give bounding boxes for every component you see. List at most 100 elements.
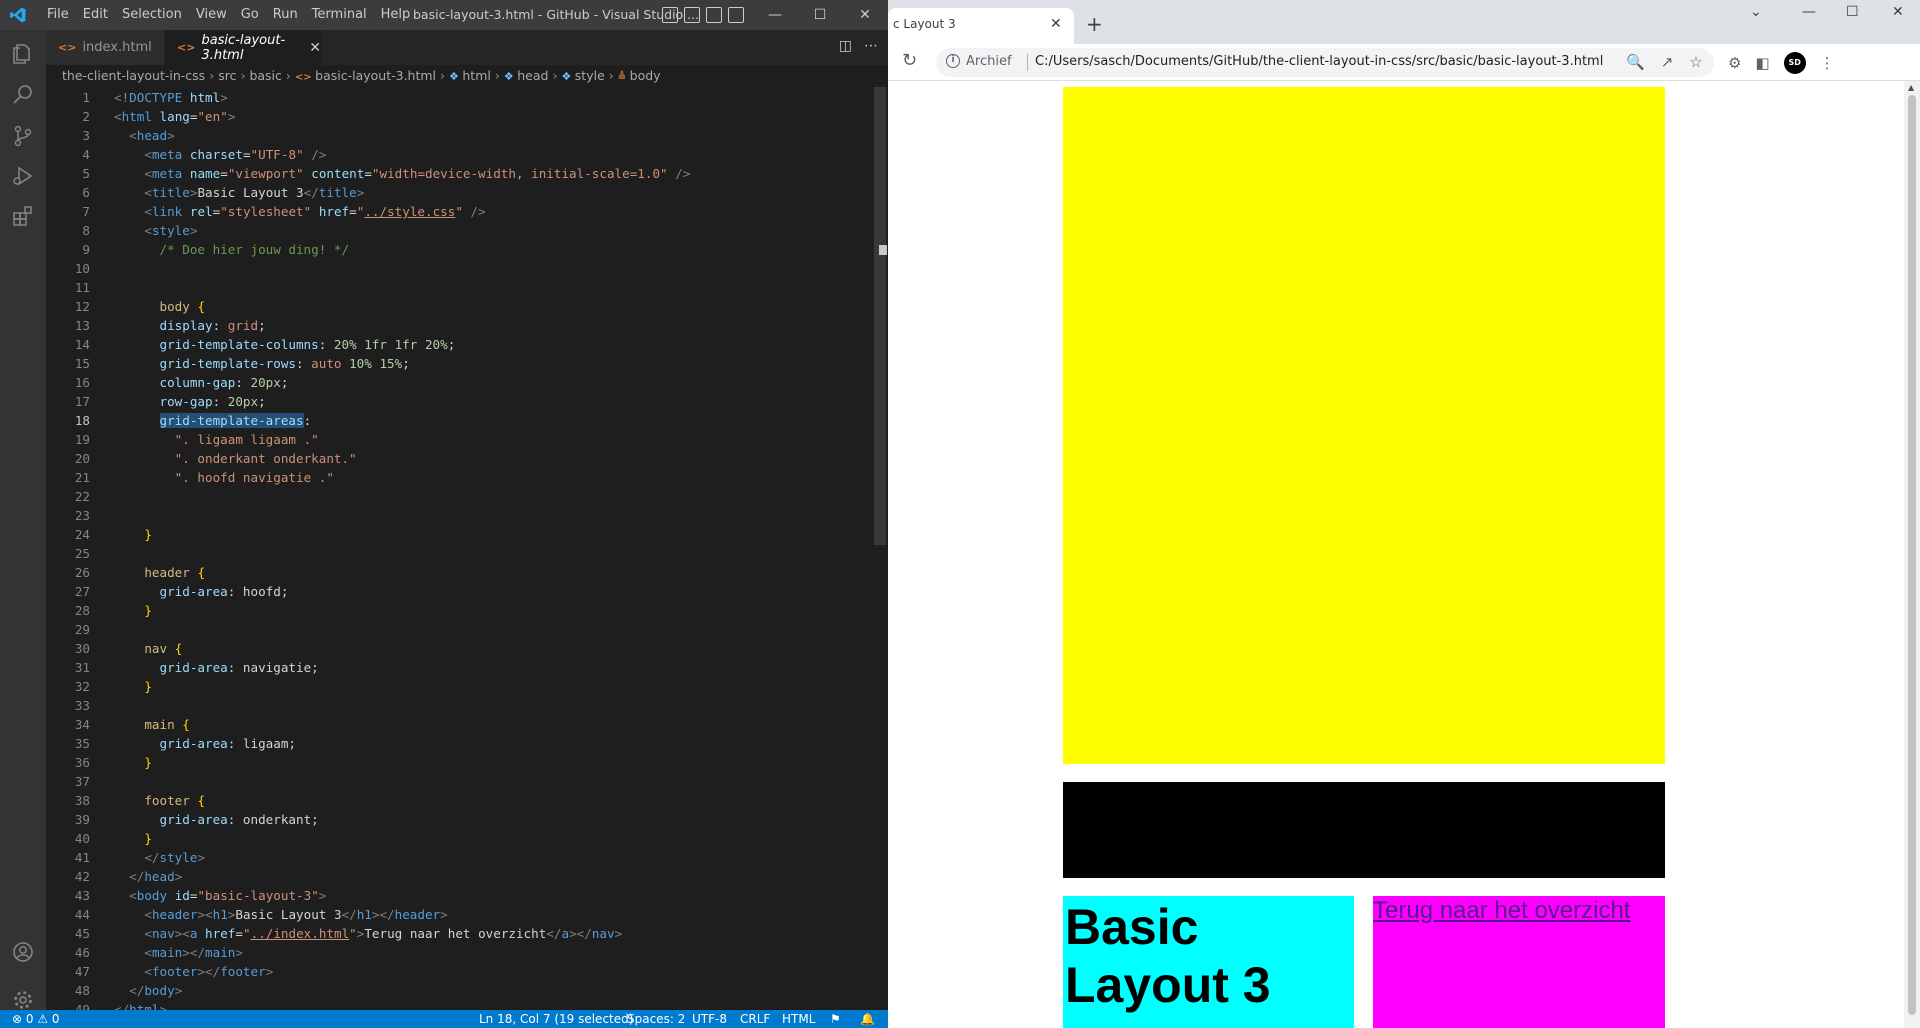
toggle-panel-icon[interactable] xyxy=(684,7,700,23)
breadcrumb-item[interactable]: style xyxy=(575,68,605,83)
line-number: 27 xyxy=(74,584,90,599)
line-number: 30 xyxy=(74,641,90,656)
window-title: basic-layout-3.html - GitHub - Visual St… xyxy=(413,7,700,22)
tab-basic-layout-3-html[interactable]: <> basic-layout-3.html ✕ xyxy=(165,30,321,65)
menu-run[interactable]: Run xyxy=(266,0,305,30)
code-line: grid-template-columns: 20% 1fr 1fr 20%; xyxy=(159,337,456,352)
maximize-icon[interactable]: ☐ xyxy=(797,0,843,30)
line-number: 33 xyxy=(74,698,90,713)
code-line: <meta name="viewport" content="width=dev… xyxy=(144,166,691,181)
code-line: <nav><a href="../index.html">Terug naar … xyxy=(144,926,623,941)
run-debug-icon[interactable] xyxy=(9,162,37,190)
menu-terminal[interactable]: Terminal xyxy=(305,0,374,30)
scrollbar-thumb[interactable] xyxy=(1908,95,1916,1015)
vscode-logo-icon xyxy=(10,7,26,23)
breadcrumb-item[interactable]: the-client-layout-in-css xyxy=(62,68,205,83)
search-icon[interactable] xyxy=(9,80,37,108)
code-line: main { xyxy=(144,717,190,732)
line-number: 18 xyxy=(74,413,90,428)
menu-edit[interactable]: Edit xyxy=(76,0,115,30)
language-status[interactable]: HTML xyxy=(782,1010,815,1028)
back-to-overview-link[interactable]: Terug naar het overzicht xyxy=(1373,896,1630,926)
more-actions-icon[interactable]: ⋯ xyxy=(864,38,878,54)
zoom-icon[interactable]: 🔍 xyxy=(1626,53,1645,71)
tab-search-chevron-icon[interactable]: ⌄ xyxy=(1750,4,1762,20)
page-scrollbar[interactable]: ▲ xyxy=(1904,81,1920,1028)
close-tab-icon[interactable]: ✕ xyxy=(1050,16,1062,32)
line-number: 49 xyxy=(74,1002,90,1010)
breadcrumb-item[interactable]: body xyxy=(630,68,661,83)
minimize-icon[interactable]: — xyxy=(1802,4,1816,20)
close-window-icon[interactable]: ✕ xyxy=(842,0,888,30)
chevron-right-icon: › xyxy=(285,68,291,83)
activity-bar xyxy=(0,30,46,1010)
share-icon[interactable]: ↗ xyxy=(1661,53,1674,71)
breadcrumb-item[interactable]: head xyxy=(517,68,548,83)
accounts-icon[interactable] xyxy=(9,938,37,966)
split-editor-icon[interactable]: ◫ xyxy=(839,38,852,54)
cursor-position-status[interactable]: Ln 18, Col 7 (19 selected) xyxy=(479,1010,633,1028)
problems-status[interactable]: ⊗ 0 ⚠ 0 xyxy=(12,1010,60,1028)
scroll-up-arrow-icon[interactable]: ▲ xyxy=(1908,83,1914,92)
explorer-icon[interactable] xyxy=(9,40,37,68)
tab-label: index.html xyxy=(82,40,152,55)
breadcrumb-item[interactable]: basic xyxy=(249,68,281,83)
menu-go[interactable]: Go xyxy=(234,0,266,30)
breadcrumb-item[interactable]: basic-layout-3.html xyxy=(315,68,436,83)
toggle-secondary-sidebar-icon[interactable] xyxy=(706,7,722,23)
address-bar[interactable]: i Archief C:/Users/sasch/Documents/GitHu… xyxy=(936,48,1714,77)
nav-area: Terug naar het overzicht xyxy=(1373,896,1665,1028)
maximize-icon[interactable]: ☐ xyxy=(1846,4,1859,20)
reload-icon[interactable]: ↻ xyxy=(902,50,917,71)
code-editor[interactable]: 1 <!DOCTYPE html> 2 <html lang="en"> 3 <he… xyxy=(46,87,876,1010)
extensions-puzzle-icon[interactable]: ⚙ xyxy=(1728,54,1741,72)
page-viewport: Basic Layout 3 Terug naar het overzicht xyxy=(888,81,1904,1028)
browser-tab[interactable]: c Layout 3 ✕ xyxy=(888,8,1074,44)
code-line: } xyxy=(144,527,152,542)
code-line: } xyxy=(144,755,152,770)
source-control-icon[interactable] xyxy=(9,122,37,150)
chevron-right-icon: › xyxy=(240,68,246,83)
feedback-icon[interactable]: ⚑ xyxy=(830,1010,841,1028)
editor-scrollbar[interactable] xyxy=(874,87,886,545)
close-tab-icon[interactable]: ✕ xyxy=(309,40,321,56)
code-line: </html> xyxy=(114,1002,168,1010)
browser-window: c Layout 3 ✕ + ⌄ — ☐ ✕ ↻ i Archief C:/Us… xyxy=(888,0,1920,1028)
encoding-status[interactable]: UTF-8 xyxy=(692,1010,727,1028)
new-tab-icon[interactable]: + xyxy=(1086,12,1103,36)
line-number: 42 xyxy=(74,869,90,884)
extensions-icon[interactable] xyxy=(9,202,37,230)
toggle-sidebar-icon[interactable] xyxy=(662,7,678,23)
profile-avatar[interactable]: SD xyxy=(1783,52,1806,74)
eol-status[interactable]: CRLF xyxy=(740,1010,770,1028)
code-line: <footer></footer> xyxy=(144,964,274,979)
menu-view[interactable]: View xyxy=(189,0,234,30)
line-number: 25 xyxy=(74,546,90,561)
editor-tabs: <> index.html <> basic-layout-3.html ✕ ◫… xyxy=(46,30,888,65)
minimize-icon[interactable]: — xyxy=(752,0,798,30)
code-line: <!DOCTYPE html> xyxy=(114,90,228,105)
bookmark-star-icon[interactable]: ☆ xyxy=(1689,53,1702,71)
menu-selection[interactable]: Selection xyxy=(115,0,189,30)
info-icon[interactable]: i xyxy=(946,54,960,68)
customize-layout-icon[interactable] xyxy=(728,7,744,23)
close-window-icon[interactable]: ✕ xyxy=(1892,4,1904,20)
menu-kebab-icon[interactable]: ⋮ xyxy=(1820,54,1835,72)
indentation-status[interactable]: Spaces: 2 xyxy=(627,1010,685,1028)
breadcrumb-item[interactable]: src xyxy=(218,68,236,83)
notifications-bell-icon[interactable]: 🔔 xyxy=(860,1010,875,1028)
code-line: display: grid; xyxy=(159,318,266,333)
url-text[interactable]: C:/Users/sasch/Documents/GitHub/the-clie… xyxy=(1035,54,1603,69)
menu-help[interactable]: Help xyxy=(374,0,418,30)
menu-file[interactable]: File xyxy=(40,0,76,30)
chevron-right-icon: › xyxy=(552,68,558,83)
breadcrumb-item[interactable]: html xyxy=(462,68,490,83)
line-number: 43 xyxy=(74,888,90,903)
site-label: Archief xyxy=(966,54,1012,69)
browser-tab-strip: c Layout 3 ✕ + ⌄ — ☐ ✕ xyxy=(888,0,1920,44)
line-number: 22 xyxy=(74,489,90,504)
line-number: 34 xyxy=(74,717,90,732)
tab-index-html[interactable]: <> index.html xyxy=(46,30,164,65)
side-panel-icon[interactable]: ◧ xyxy=(1755,54,1769,72)
line-number: 13 xyxy=(74,318,90,333)
